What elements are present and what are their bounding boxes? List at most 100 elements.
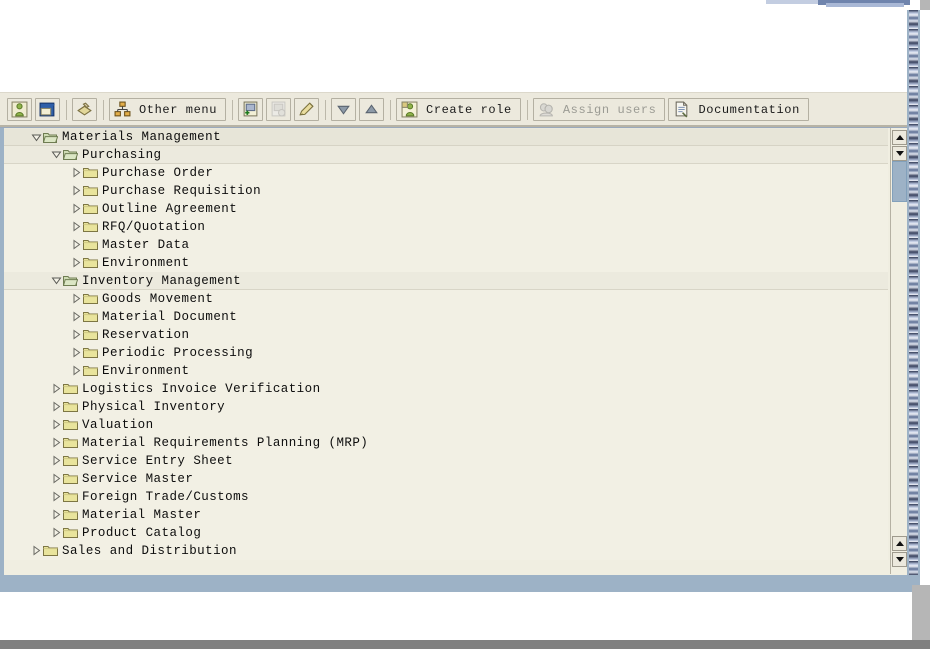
tree-scroll-viewport[interactable]: Materials Management Purchasing Purchase O… [4,128,888,576]
tree-node[interactable]: Goods Movement [4,290,888,308]
chevron-right-icon[interactable] [70,328,83,342]
chevron-right-icon[interactable] [50,418,63,432]
pencil-icon [297,100,316,119]
chevron-right-icon[interactable] [70,166,83,180]
tree-node[interactable]: Inventory Management [4,272,888,290]
chrome-accent-mid [826,3,904,7]
chevron-down-icon[interactable] [50,148,63,162]
tree-node-label: Product Catalog [82,525,202,540]
delete-folder-button [266,98,292,121]
chevron-down-icon[interactable] [50,274,63,288]
chevron-right-icon[interactable] [50,454,63,468]
folder-closed-icon [83,346,98,359]
tree-node-label: Logistics Invoice Verification [82,381,321,396]
tree-node-label: Inventory Management [82,273,242,288]
chevron-right-icon[interactable] [50,526,63,540]
tree-node[interactable]: Physical Inventory [4,398,888,416]
chevron-right-icon[interactable] [70,292,83,306]
chevron-right-icon[interactable] [70,346,83,360]
scroll-up-button-bottom[interactable] [892,536,907,551]
tree-node-label: Service Entry Sheet [82,453,234,468]
folder-closed-icon [63,508,78,521]
role-lock-button[interactable] [7,98,32,121]
folder-closed-icon [83,166,98,179]
tree-node[interactable]: Reservation [4,326,888,344]
tree-node[interactable]: Foreign Trade/Customs [4,488,888,506]
chevron-right-icon[interactable] [30,544,43,558]
arrow-up-icon [895,135,904,140]
arrow-up-icon [895,541,904,546]
display-change-button[interactable] [35,98,60,121]
chevron-right-icon[interactable] [50,382,63,396]
tree-node[interactable]: Service Master [4,470,888,488]
folder-closed-icon [83,328,98,341]
chevron-right-icon[interactable] [70,184,83,198]
rename-node-button[interactable] [294,98,320,121]
documentation-button[interactable]: Documentation [668,98,809,121]
transport-button[interactable] [72,98,97,121]
toolbar-separator [66,99,67,120]
tree-node[interactable]: Logistics Invoice Verification [4,380,888,398]
chevron-right-icon[interactable] [50,508,63,522]
chevron-right-icon[interactable] [70,256,83,270]
chevron-right-icon[interactable] [50,400,63,414]
folder-closed-icon [83,256,98,269]
chevron-right-icon[interactable] [70,220,83,234]
folder-open-icon [62,148,79,161]
chevron-right-icon[interactable] [50,472,63,486]
assign-users-icon [537,100,556,119]
chevron-right-icon[interactable] [70,310,83,324]
tree-node-label: Material Document [102,309,238,324]
toolbar-separator [390,99,392,120]
blank-upper-region [0,10,930,92]
tree-node[interactable]: Master Data [4,236,888,254]
tree-node[interactable]: Materials Management [4,128,888,146]
transport-icon [75,100,94,119]
tree-node[interactable]: Material Master [4,506,888,524]
create-folder-button[interactable] [238,98,264,121]
arrow-up-icon [362,100,381,119]
tree-node[interactable]: Material Requirements Planning (MRP) [4,434,888,452]
chevron-right-icon[interactable] [70,238,83,252]
tree-node[interactable]: Service Entry Sheet [4,452,888,470]
assign-users-button-label: Assign users [562,102,657,117]
role-menu-tree-panel: Materials Management Purchasing Purchase O… [0,127,920,576]
other-menu-button[interactable]: Other menu [109,98,227,121]
tree-node[interactable]: Periodic Processing [4,344,888,362]
tree-node[interactable]: Environment [4,362,888,380]
scroll-down-button-top[interactable] [892,146,907,161]
chevron-right-icon[interactable] [70,364,83,378]
folder-closed-icon [63,400,78,413]
tree-node-label: Environment [102,255,190,270]
tree-node[interactable]: RFQ/Quotation [4,218,888,236]
scrollbar-thumb[interactable] [892,161,907,202]
hierarchy-icon [113,100,132,119]
move-up-button[interactable] [359,98,385,121]
create-role-button[interactable]: Create role [396,98,521,121]
move-down-button[interactable] [331,98,357,121]
tree-node[interactable]: Product Catalog [4,524,888,542]
tree-node[interactable]: Environment [4,254,888,272]
tree-vertical-scrollbar[interactable] [890,128,907,574]
tree-node[interactable]: Purchasing [4,146,888,164]
tree-node[interactable]: Sales and Distribution [4,542,888,560]
tree-node[interactable]: Material Document [4,308,888,326]
chevron-right-icon[interactable] [70,202,83,216]
chevron-right-icon[interactable] [50,436,63,450]
chevron-down-icon[interactable] [30,130,43,144]
tree-node[interactable]: Purchase Requisition [4,182,888,200]
tree-node[interactable]: Outline Agreement [4,200,888,218]
chevron-right-icon[interactable] [50,490,63,504]
folder-closed-icon [83,184,98,197]
scroll-up-button-top[interactable] [892,130,907,145]
tree-node[interactable]: Valuation [4,416,888,434]
scroll-down-button-bottom[interactable] [892,552,907,567]
tree-node[interactable]: Purchase Order [4,164,888,182]
